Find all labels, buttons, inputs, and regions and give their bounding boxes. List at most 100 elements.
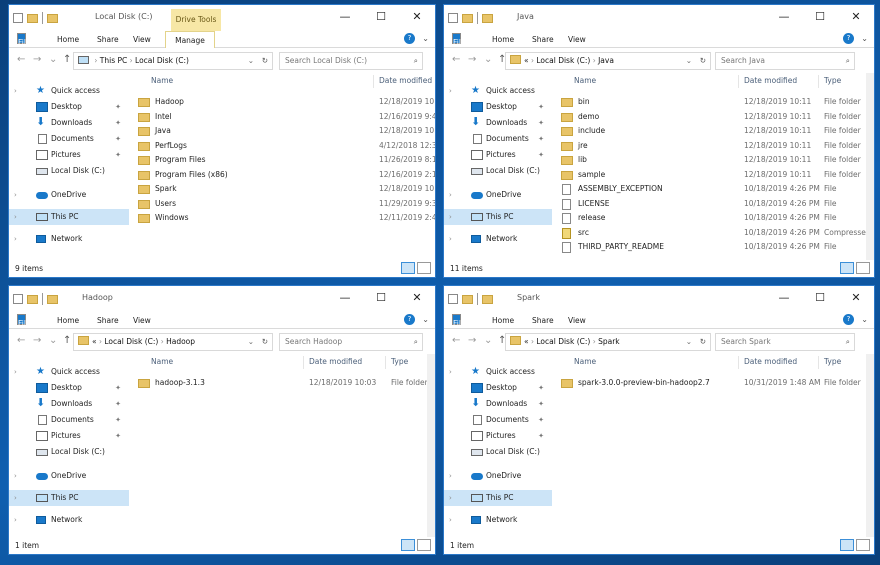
nav-desktop[interactable]: Desktop ✦ — [9, 99, 129, 115]
breadcrumb-item[interactable]: Java — [598, 56, 614, 65]
file-row[interactable]: PerfLogs 4/12/2018 12:38 A — [131, 139, 435, 153]
file-row[interactable]: Intel 12/16/2019 9:47 A — [131, 110, 435, 124]
column-divider[interactable] — [738, 356, 739, 369]
forward-icon[interactable]: → — [468, 54, 476, 65]
pin-icon[interactable]: ✦ — [538, 428, 544, 444]
address-bar[interactable]: « › Local Disk (C:) › Java ⌄ ↻ — [505, 52, 711, 70]
minimize-button[interactable]: — — [766, 5, 802, 29]
column-header-date-modified[interactable]: Date modified — [309, 354, 362, 370]
recent-locations-icon[interactable]: ⌄ — [484, 335, 492, 346]
tab-file[interactable]: File — [452, 314, 466, 328]
nav-quick-access[interactable]: › ★ Quick access — [444, 83, 552, 99]
minimize-button[interactable]: — — [327, 5, 363, 29]
nav-local-disk[interactable]: Local Disk (C:) — [9, 444, 129, 460]
column-header-name[interactable]: Name — [151, 73, 173, 89]
tab-file[interactable]: File — [452, 33, 466, 47]
file-row[interactable]: demo 12/18/2019 10:11 File folder — [554, 110, 874, 124]
file-row[interactable]: spark-3.0.0-preview-bin-hadoop2.7 10/31/2… — [554, 376, 874, 390]
nav-pictures[interactable]: Pictures ✦ — [9, 147, 129, 163]
pin-icon[interactable]: ✦ — [538, 380, 544, 396]
tab-file[interactable]: File — [17, 314, 31, 328]
maximize-button[interactable]: ☐ — [802, 5, 838, 29]
new-folder-icon[interactable] — [27, 294, 38, 304]
expand-chevron-icon[interactable]: › — [14, 490, 17, 506]
file-row[interactable]: release 10/18/2019 4:26 PM File — [554, 211, 874, 225]
expand-chevron-icon[interactable]: › — [14, 364, 17, 380]
expand-chevron-icon[interactable]: › — [449, 83, 452, 99]
pin-icon[interactable]: ✦ — [115, 115, 121, 131]
large-icons-view-icon[interactable] — [417, 539, 431, 551]
address-bar[interactable]: « › Local Disk (C:) › Hadoop ⌄ ↻ — [73, 333, 273, 351]
refresh-icon[interactable]: ↻ — [700, 53, 706, 69]
nav-onedrive[interactable]: › OneDrive — [9, 468, 129, 484]
maximize-button[interactable]: ☐ — [363, 5, 399, 29]
file-row[interactable]: include 12/18/2019 10:11 File folder — [554, 124, 874, 138]
search-input[interactable]: Search Hadoop ⌕ — [279, 333, 423, 351]
refresh-icon[interactable]: ↻ — [262, 334, 268, 350]
close-button[interactable]: ✕ — [399, 286, 435, 310]
column-divider[interactable] — [385, 356, 386, 369]
help-icon[interactable]: ? — [404, 33, 415, 44]
ribbon-expand-icon[interactable]: ⌄ — [422, 34, 429, 43]
large-icons-view-icon[interactable] — [856, 539, 870, 551]
tab-share[interactable]: Share — [89, 312, 127, 329]
new-folder-icon[interactable] — [462, 294, 473, 304]
details-view-icon[interactable] — [840, 262, 854, 274]
nav-quick-access[interactable]: › ★ Quick access — [9, 83, 129, 99]
breadcrumb-item[interactable]: This PC — [100, 56, 127, 65]
help-icon[interactable]: ? — [843, 33, 854, 44]
file-row[interactable]: Program Files (x86) 12/16/2019 2:13 P — [131, 168, 435, 182]
expand-chevron-icon[interactable]: › — [449, 490, 452, 506]
search-input[interactable]: Search Spark ⌕ — [715, 333, 855, 351]
tab-view[interactable]: View — [125, 312, 159, 329]
properties-icon[interactable] — [13, 294, 23, 304]
column-header-date-modified[interactable]: Date modified — [379, 73, 432, 89]
column-header-name[interactable]: Name — [151, 354, 173, 370]
nav-quick-access[interactable]: › ★ Quick access — [444, 364, 552, 380]
expand-chevron-icon[interactable]: › — [449, 512, 452, 528]
expand-chevron-icon[interactable]: › — [14, 209, 17, 225]
pin-icon[interactable]: ✦ — [538, 396, 544, 412]
maximize-button[interactable]: ☐ — [802, 286, 838, 310]
nav-desktop[interactable]: Desktop ✦ — [9, 380, 129, 396]
recent-locations-icon[interactable]: ⌄ — [49, 54, 57, 65]
nav-downloads[interactable]: ⬇ Downloads ✦ — [9, 115, 129, 131]
expand-chevron-icon[interactable]: › — [14, 512, 17, 528]
column-header-type[interactable]: Type — [824, 354, 841, 370]
details-view-icon[interactable] — [840, 539, 854, 551]
close-button[interactable]: ✕ — [399, 5, 435, 29]
nav-network[interactable]: › Network — [9, 512, 129, 528]
nav-onedrive[interactable]: › OneDrive — [444, 468, 552, 484]
breadcrumb-item[interactable]: Spark — [598, 337, 620, 346]
tab-view[interactable]: View — [560, 312, 594, 329]
large-icons-view-icon[interactable] — [417, 262, 431, 274]
file-row[interactable]: THIRD_PARTY_README 10/18/2019 4:26 PM File — [554, 240, 874, 254]
back-icon[interactable]: ← — [17, 335, 25, 346]
address-dropdown-icon[interactable]: ⌄ — [248, 334, 254, 350]
pin-icon[interactable]: ✦ — [115, 147, 121, 163]
nav-documents[interactable]: Documents ✦ — [9, 131, 129, 147]
refresh-icon[interactable]: ↻ — [262, 53, 268, 69]
file-row[interactable]: LICENSE 10/18/2019 4:26 PM File — [554, 197, 874, 211]
file-row[interactable]: Hadoop 12/18/2019 10:14 — [131, 95, 435, 109]
minimize-button[interactable]: — — [327, 286, 363, 310]
tab-home[interactable]: Home — [49, 312, 87, 329]
file-row[interactable]: lib 12/18/2019 10:11 File folder — [554, 153, 874, 167]
vertical-scrollbar[interactable] — [866, 73, 874, 260]
nav-network[interactable]: › Network — [444, 512, 552, 528]
properties-icon[interactable] — [448, 13, 458, 23]
expand-chevron-icon[interactable]: › — [14, 468, 17, 484]
up-icon[interactable]: ↑ — [63, 54, 71, 65]
nav-documents[interactable]: Documents ✦ — [444, 131, 552, 147]
pin-icon[interactable]: ✦ — [115, 412, 121, 428]
file-row[interactable]: Program Files 11/26/2019 8:13 A — [131, 153, 435, 167]
help-icon[interactable]: ? — [404, 314, 415, 325]
pin-icon[interactable]: ✦ — [538, 115, 544, 131]
back-icon[interactable]: ← — [452, 335, 460, 346]
tab-home[interactable]: Home — [49, 31, 87, 48]
file-row[interactable]: Windows 12/11/2019 2:49 P — [131, 211, 435, 225]
recent-locations-icon[interactable]: ⌄ — [49, 335, 57, 346]
address-bar[interactable]: « › Local Disk (C:) › Spark ⌄ ↻ — [505, 333, 711, 351]
column-header-type[interactable]: Type — [391, 354, 408, 370]
column-divider[interactable] — [373, 75, 374, 88]
